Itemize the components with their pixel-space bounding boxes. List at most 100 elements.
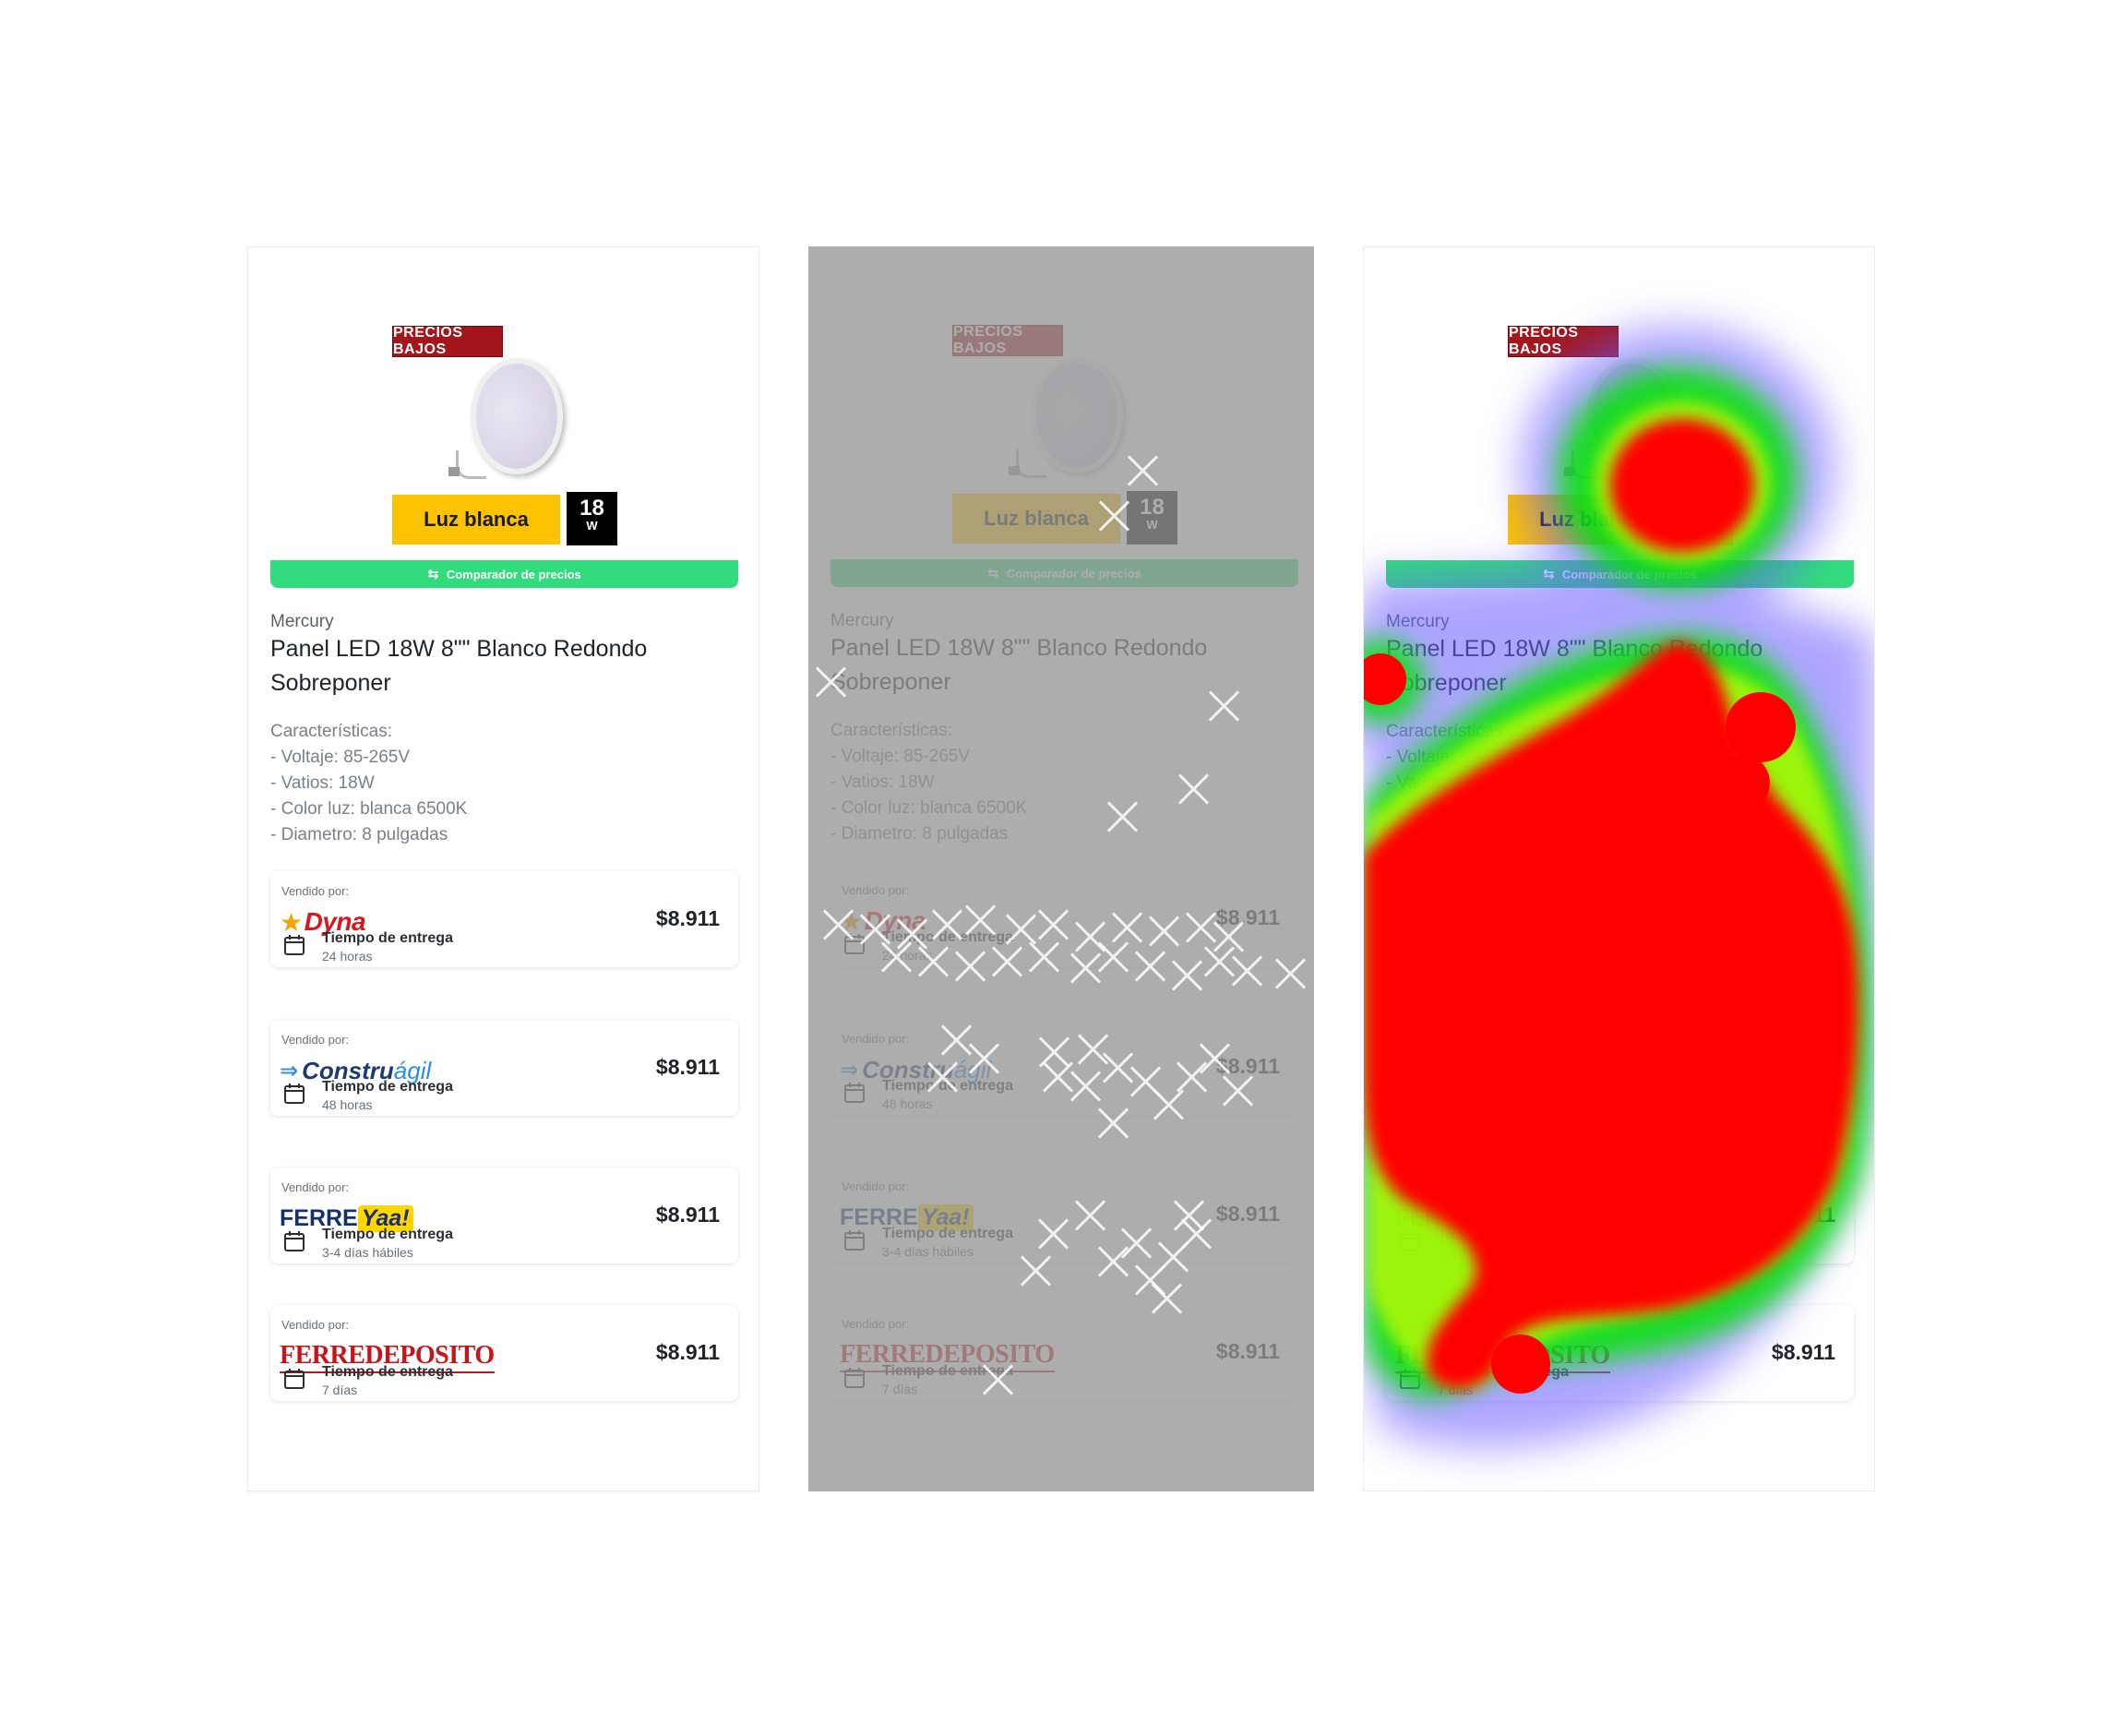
product-features: Características: - Voltaje: 85-265V - Va… <box>1386 719 1583 848</box>
gaze-mark <box>930 908 963 941</box>
gaze-mark <box>1221 1074 1254 1107</box>
seller-card-construagil[interactable]: Vendido por: ⇒Construágil Tiempo de entr… <box>270 1020 738 1116</box>
sold-by-label: Vendido por: <box>1397 1318 1465 1332</box>
delivery-label: Tiempo de entrega <box>322 1079 453 1095</box>
wattage-badge: 18 W <box>567 492 617 545</box>
delivery-label: Tiempo de entrega <box>1438 930 1569 946</box>
feature-item: - Vatios: 18W <box>1386 773 1490 793</box>
product-features: Características: - Voltaje: 85-265V - Va… <box>270 719 467 848</box>
seller-card-ferreyaa[interactable]: Vendido por: FERREYaa! Tiempo de entrega… <box>270 1167 738 1263</box>
delivery-value: 24 horas <box>1438 949 1488 964</box>
feature-item: - Color luz: blanca 6500K <box>270 799 468 819</box>
price: $8.911 <box>1771 1340 1835 1364</box>
calendar-icon <box>1400 1084 1420 1104</box>
gaze-mark <box>1073 1199 1106 1232</box>
gaze-mark <box>1207 689 1240 723</box>
price-comparator-bar[interactable]: ⇆ Comparador de precios <box>270 560 738 588</box>
price: $8.911 <box>655 1055 720 1079</box>
gaze-mark <box>1036 908 1069 941</box>
feature-item: - Voltaje: 85-265V <box>1386 748 1526 767</box>
gaze-mark <box>1126 454 1159 487</box>
feature-heading: Características: <box>270 722 392 741</box>
gaze-mark <box>814 665 847 699</box>
gaze-mark <box>953 950 986 983</box>
gaze-mark <box>916 945 950 978</box>
gaze-mark <box>1179 1217 1213 1251</box>
product-title: Panel LED 18W 8"" Blanco Redondo Sobrepo… <box>270 636 648 696</box>
sold-by-label: Vendido por: <box>281 1318 350 1332</box>
product-image[interactable] <box>1564 358 1690 485</box>
seller-card-ferredeposito[interactable]: Vendido por: FERREDEPOSITO Tiempo de ent… <box>1386 1305 1854 1401</box>
gaze-mark <box>1110 911 1143 944</box>
sold-by-label: Vendido por: <box>1397 1033 1465 1047</box>
gaze-mark <box>1170 959 1203 992</box>
compare-arrows-icon: ⇆ <box>1543 567 1555 582</box>
feature-heading: Características: <box>1386 722 1508 741</box>
gaze-mark <box>1037 1036 1070 1069</box>
feature-item: - Diametro: 8 pulgadas <box>1386 825 1564 844</box>
feature-item: - Vatios: 18W <box>270 773 375 793</box>
product-card: PRECIOS BAJOS Luz blanca 18 W ⇆ Comparad… <box>248 247 759 1491</box>
gaze-mark <box>963 904 997 937</box>
gaze-mark <box>1150 1282 1183 1315</box>
gaze-mark <box>1027 940 1060 974</box>
seller-card-ferredeposito[interactable]: Vendido por: FERREDEPOSITO Tiempo de ent… <box>270 1305 738 1401</box>
calendar-icon <box>284 935 305 955</box>
price: $8.911 <box>1771 906 1835 930</box>
calendar-icon <box>1400 1369 1420 1389</box>
gaze-mark <box>967 1042 1000 1075</box>
seller-card-dyna[interactable]: Vendido por: ★Dyna Tiempo de entrega 24 … <box>1386 871 1854 967</box>
feature-item: - Color luz: blanca 6500K <box>1386 799 1583 819</box>
feature-item: - Voltaje: 85-265V <box>270 748 411 767</box>
gaze-mark <box>821 908 854 941</box>
gaze-mark <box>1076 1033 1109 1066</box>
gaze-mark <box>1147 915 1180 948</box>
delivery-value: 7 días <box>1438 1383 1474 1397</box>
gaze-mark <box>1096 940 1129 974</box>
delivery-label: Tiempo de entrega <box>322 1227 453 1242</box>
gaze-mark <box>1096 1107 1129 1140</box>
star-icon: ★ <box>1395 907 1418 937</box>
feature-item: - Diametro: 8 pulgadas <box>270 825 448 844</box>
heatmap-panel: PRECIOS BAJOS Luz blanca 18 W ⇆ Comparad… <box>1363 246 1875 1491</box>
calendar-icon <box>284 1084 305 1104</box>
delivery-label: Tiempo de entrega <box>1438 1079 1569 1095</box>
delivery-label: Tiempo de entrega <box>322 1364 453 1380</box>
sold-by-label: Vendido por: <box>281 1033 350 1047</box>
delivery-value: 48 horas <box>322 1097 373 1112</box>
gray-overlay <box>808 246 1314 1491</box>
gaze-mark <box>1177 772 1210 806</box>
delivery-value: 7 días <box>322 1383 358 1397</box>
calendar-icon <box>1400 935 1420 955</box>
gaze-mark <box>981 1363 1014 1396</box>
gaze-mark <box>990 945 1023 978</box>
price-comparator-bar[interactable]: ⇆ Comparador de precios <box>1386 560 1854 588</box>
gaze-mark <box>1198 1042 1231 1075</box>
gaze-mark <box>1097 499 1130 533</box>
gaze-mark <box>879 940 913 974</box>
product-image[interactable] <box>448 358 574 485</box>
price: $8.911 <box>655 1340 720 1364</box>
price: $8.911 <box>655 906 720 930</box>
seller-card-ferreyaa[interactable]: Vendido por: FERREYaa! Tiempo de entrega… <box>1386 1167 1854 1263</box>
gaze-mark <box>1273 957 1307 990</box>
seller-card-construagil[interactable]: Vendido por: ⇒Construágil Tiempo de entr… <box>1386 1020 1854 1116</box>
gaze-mark <box>1036 1217 1069 1251</box>
wattage-badge: 18 W <box>1682 492 1733 545</box>
product-brand: Mercury <box>1386 612 1450 631</box>
seller-card-dyna[interactable]: Vendido por: ★Dyna Tiempo de entrega 24 … <box>270 871 738 967</box>
gaze-mark <box>926 1060 959 1094</box>
delivery-label: Tiempo de entrega <box>1438 1227 1569 1242</box>
product-title: Panel LED 18W 8"" Blanco Redondo Sobrepo… <box>1386 636 1763 696</box>
calendar-icon <box>1400 1231 1420 1251</box>
gaze-mark <box>1069 1070 1102 1103</box>
gaze-points-panel: PRECIOS BAJOS Luz blanca 18 W ⇆ Comparad… <box>808 246 1314 1491</box>
delivery-value: 3-4 días hábiles <box>1438 1245 1529 1260</box>
sold-by-label: Vendido por: <box>1397 884 1465 898</box>
star-icon: ★ <box>280 907 303 937</box>
price-comparator-label: Comparador de precios <box>1561 567 1697 581</box>
price-comparator-label: Comparador de precios <box>446 567 581 581</box>
delivery-label: Tiempo de entrega <box>1438 1364 1569 1380</box>
low-prices-badge: PRECIOS BAJOS <box>1508 325 1619 357</box>
sold-by-label: Vendido por: <box>281 1180 350 1194</box>
